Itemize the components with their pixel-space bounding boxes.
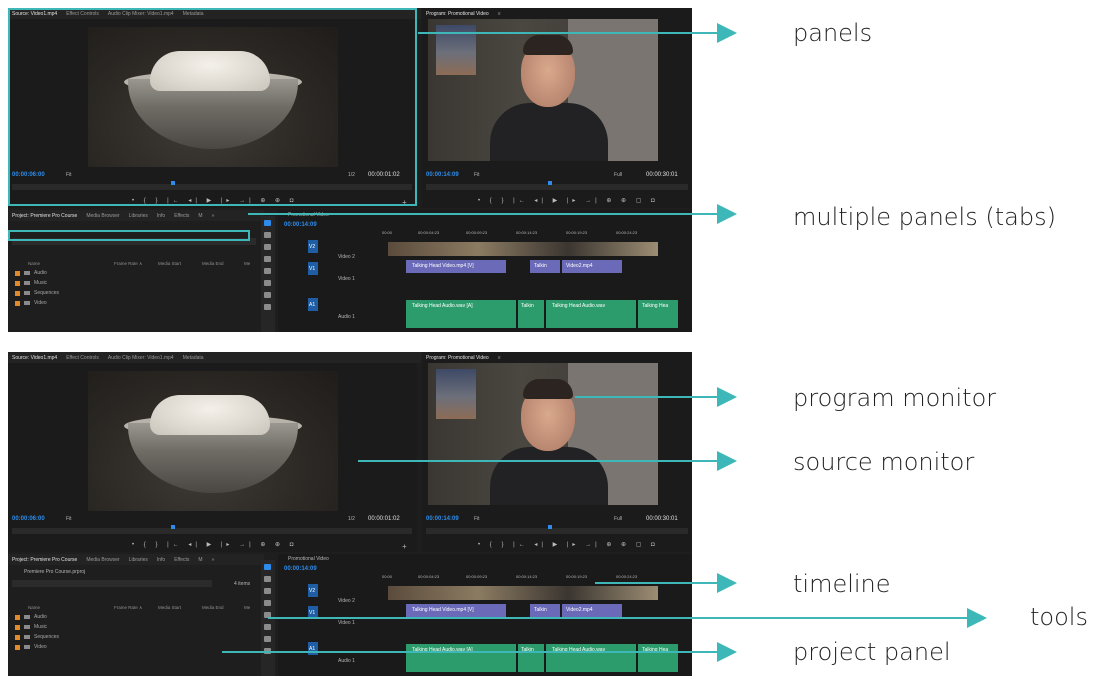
label-program-monitor: program monitor (793, 384, 997, 412)
label-panels: panels (793, 19, 873, 47)
label-multiple-panels: multiple panels (tabs) (793, 203, 1056, 231)
label-timeline: timeline (793, 570, 891, 598)
label-project-panel: project panel (793, 638, 951, 666)
annotation-arrows (222, 23, 987, 662)
label-source-monitor: source monitor (793, 448, 975, 476)
label-tools: tools (1030, 603, 1088, 631)
